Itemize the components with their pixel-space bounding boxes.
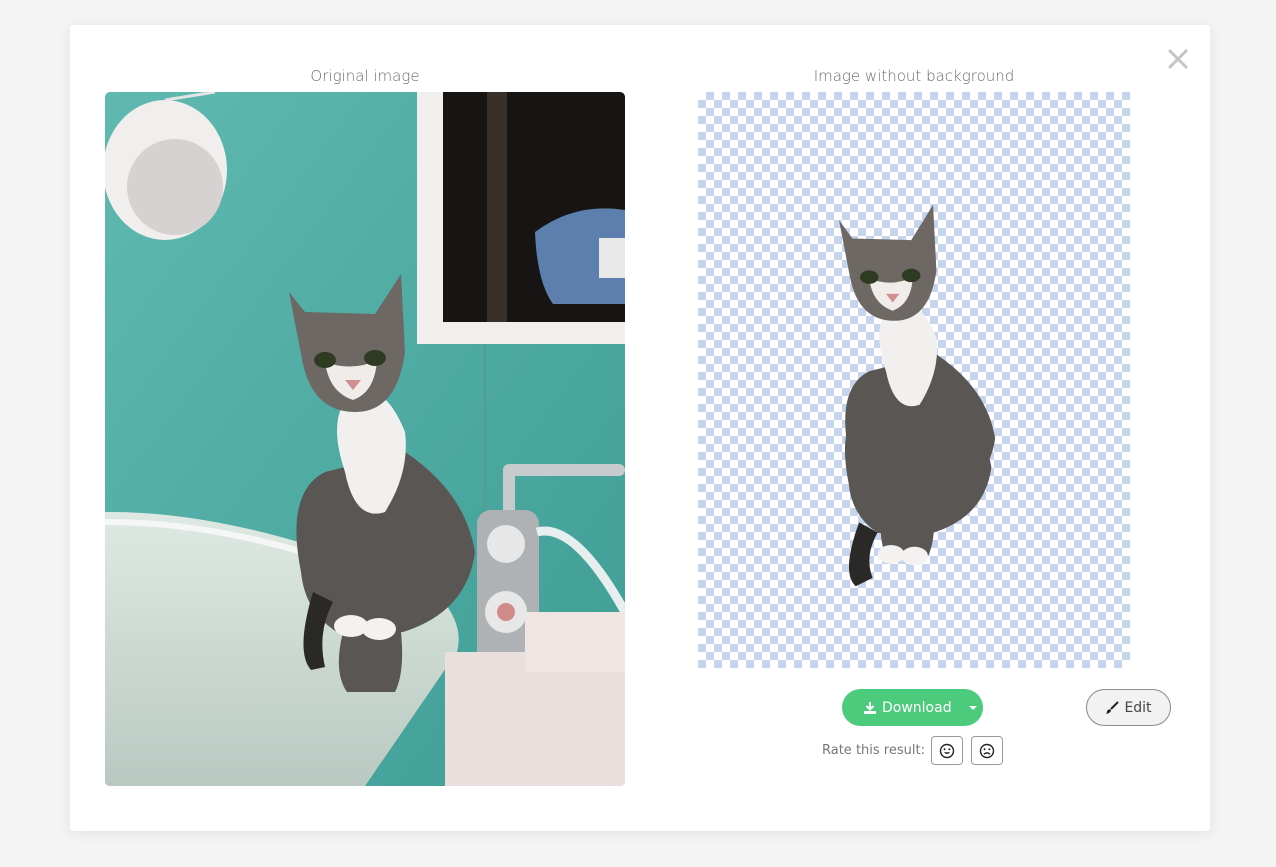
frown-icon <box>979 743 995 758</box>
rate-label: Rate this result: <box>822 743 925 758</box>
original-image-title: Original image <box>310 67 420 85</box>
rate-bad-button[interactable] <box>971 736 1003 765</box>
original-image <box>105 92 625 786</box>
close-button[interactable] <box>1166 47 1190 71</box>
download-button-group: Download <box>842 689 983 726</box>
edit-label: Edit <box>1124 699 1152 716</box>
caret-down-icon <box>969 705 978 710</box>
result-image-title: Image without background <box>813 67 1015 85</box>
download-icon <box>864 701 876 714</box>
brush-icon <box>1106 700 1120 714</box>
rate-good-button[interactable] <box>931 736 963 765</box>
result-dialog: Original image Image without background <box>70 25 1210 831</box>
download-options-button[interactable] <box>964 689 983 726</box>
download-label: Download <box>882 699 952 716</box>
result-image <box>698 92 1130 668</box>
smile-icon <box>939 743 955 758</box>
edit-button[interactable]: Edit <box>1086 689 1171 726</box>
close-icon <box>1168 49 1188 69</box>
download-button[interactable]: Download <box>842 689 952 726</box>
